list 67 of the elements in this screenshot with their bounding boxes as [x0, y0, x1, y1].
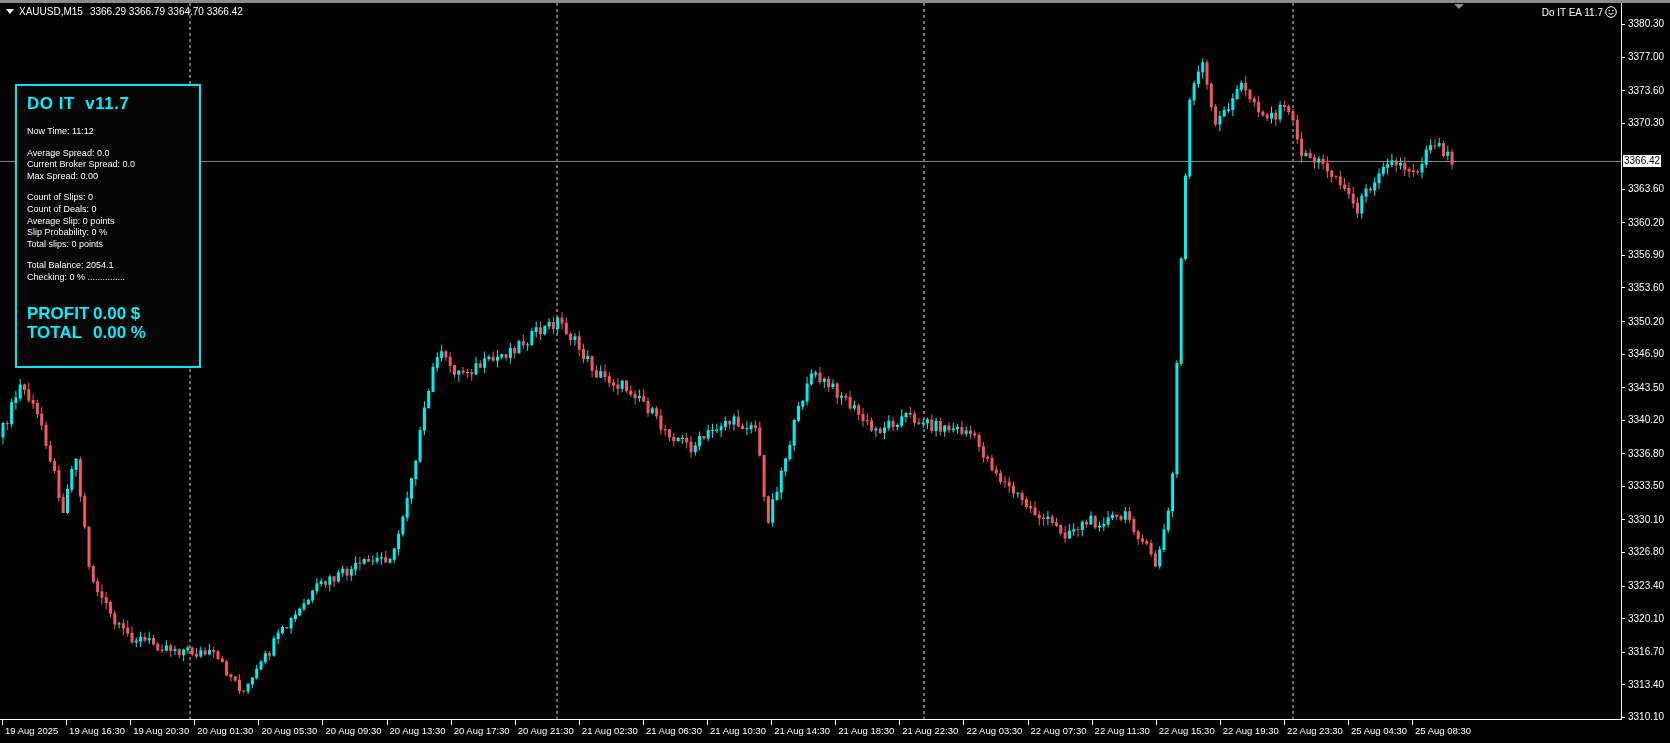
panel-line: Now Time: 11:12: [27, 126, 95, 138]
time-label: 22 Aug 23:30: [1286, 725, 1343, 736]
panel-line: Count of Deals: 0: [27, 203, 98, 216]
expert-label: Do IT EA 11.7: [1541, 6, 1603, 18]
price-label: 3353.60: [1628, 281, 1665, 294]
smiley-icon[interactable]: [1605, 6, 1617, 18]
time-label: 21 Aug 22:30: [902, 725, 959, 736]
time-label: 19 Aug 2025: [5, 725, 59, 736]
total-label: TOTAL: [27, 322, 84, 342]
price-label: 3330.10: [1628, 513, 1665, 526]
price-label: 3370.30: [1628, 117, 1665, 130]
time-label: 20 Aug 17:30: [453, 725, 510, 736]
panel-line: Current Broker Spread: 0.0: [27, 159, 137, 171]
panel-line: Total slips: 0 points: [27, 238, 105, 251]
panel-line: Average Spread: 0.0: [27, 147, 111, 160]
panel-line: Count of Slips: 0: [27, 192, 95, 204]
price-label: 3320.10: [1628, 612, 1665, 625]
total-value: 0.00 $: [93, 303, 141, 323]
time-label: 20 Aug 13:30: [389, 725, 446, 736]
ohlc-values: 3366.29 3366.79 3364.70 3366.42: [89, 6, 243, 17]
time-label: 25 Aug 04:30: [1350, 725, 1407, 736]
price-label: 3363.60: [1628, 183, 1665, 196]
time-label: 21 Aug 14:30: [774, 725, 831, 736]
panel-line: Total Balance: 2054.1: [27, 260, 115, 272]
time-label: 21 Aug 06:30: [645, 725, 702, 736]
time-label: 22 Aug 07:30: [1030, 725, 1087, 736]
time-label: 19 Aug 16:30: [69, 725, 126, 736]
price-label: 3343.50: [1628, 381, 1665, 394]
price-label: 3346.90: [1628, 348, 1665, 361]
dropdown-icon[interactable]: [6, 9, 14, 14]
price-label: 3313.40: [1628, 678, 1665, 691]
time-label: 25 Aug 08:30: [1415, 725, 1472, 736]
price-label: 3373.60: [1628, 84, 1665, 97]
time-label: 20 Aug 01:30: [197, 725, 254, 736]
time-label: 22 Aug 15:30: [1158, 725, 1215, 736]
price-label: 3360.20: [1628, 216, 1665, 229]
panel-line: Slip Probability: 0 %: [27, 227, 109, 239]
panel-title: DO IT v11.7: [27, 94, 131, 114]
time-label: 20 Aug 21:30: [517, 725, 574, 736]
panel-line: Max Spread: 0.00: [27, 170, 100, 183]
time-label: 21 Aug 18:30: [838, 725, 895, 736]
time-label: 22 Aug 19:30: [1222, 725, 1279, 736]
triangle-marker-icon[interactable]: [1454, 4, 1464, 9]
price-label: 3340.20: [1628, 414, 1665, 427]
time-label: 22 Aug 03:30: [966, 725, 1023, 736]
time-label: 22 Aug 11:30: [1094, 725, 1150, 736]
price-label: 3310.10: [1628, 711, 1665, 724]
time-label: 21 Aug 10:30: [710, 725, 767, 736]
price-label: 3326.80: [1628, 546, 1665, 559]
price-label: 3316.70: [1628, 646, 1665, 659]
time-label: 21 Aug 02:30: [581, 725, 638, 736]
price-label: 3333.50: [1628, 480, 1665, 493]
price-label: 3323.40: [1628, 580, 1665, 593]
time-label: 19 Aug 20:30: [133, 725, 190, 736]
symbol-label: XAUUSD,M15: [19, 6, 83, 17]
total-label: PROFIT: [27, 303, 91, 323]
time-label: 20 Aug 09:30: [325, 725, 382, 736]
panel-line: Average Slip: 0 points: [27, 215, 116, 228]
price-label: 3380.30: [1628, 18, 1665, 31]
price-label: 3336.80: [1628, 447, 1665, 460]
current-price-label: 3366.42: [1623, 155, 1662, 168]
price-label: 3350.20: [1628, 315, 1665, 328]
time-label: 20 Aug 05:30: [261, 725, 318, 736]
panel-line: Checking: 0 % ...............: [27, 271, 127, 284]
price-label: 3356.90: [1628, 249, 1665, 262]
price-label: 3377.00: [1628, 51, 1665, 63]
total-value: 0.00 %: [93, 322, 146, 342]
